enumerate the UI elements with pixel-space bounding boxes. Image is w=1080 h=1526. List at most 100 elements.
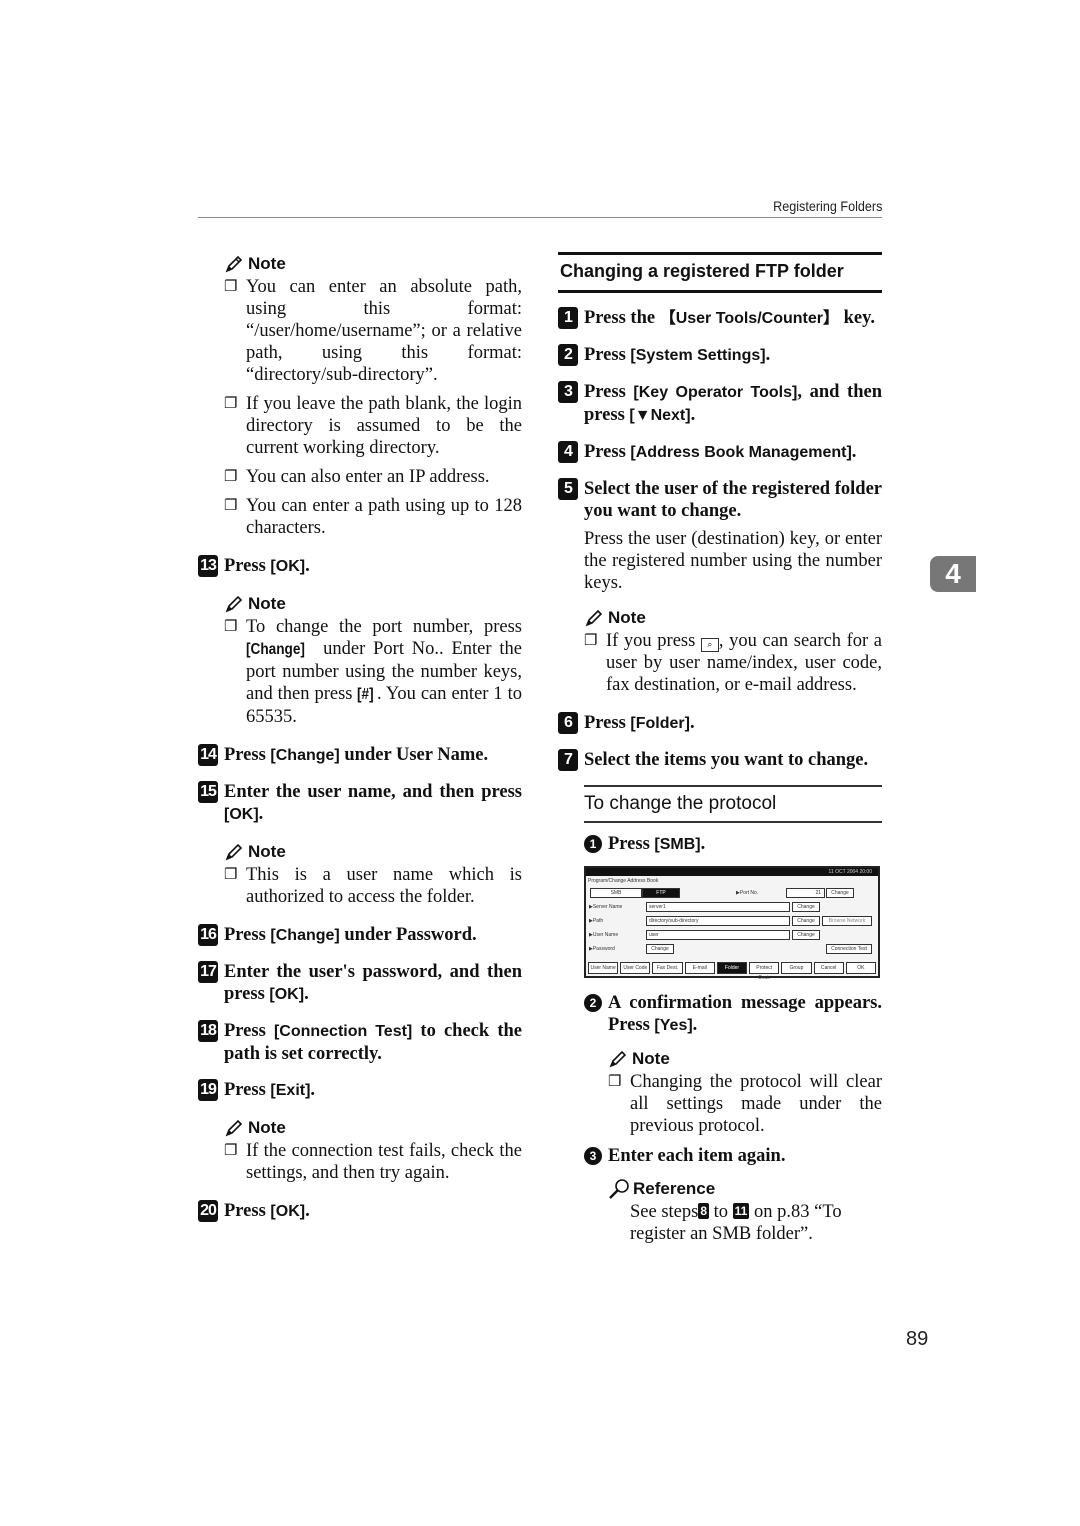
- step-number-badge: 6: [558, 712, 578, 734]
- search-destination-key-icon: ⌕: [700, 638, 719, 652]
- step-19: 19 Press [Exit].: [198, 1079, 522, 1102]
- step-7: 7 Select the items you want to change.: [558, 749, 882, 771]
- note-item: ❐ You can enter an absolute path, using t…: [224, 276, 522, 386]
- step-3: 3 Press [Key Operator Tools], and then pr…: [558, 381, 882, 427]
- tab-user-code[interactable]: User Code: [620, 962, 651, 974]
- step-number-badge: 14: [198, 744, 218, 766]
- step-number-badge: 7: [558, 749, 578, 771]
- reference-text-part: to: [709, 1202, 733, 1222]
- note-heading: Note: [584, 606, 882, 630]
- key-operator-tools-key-label: [Key Operator Tools]: [633, 384, 798, 401]
- step-text: Press: [224, 1201, 271, 1221]
- step-text: Press: [584, 442, 631, 462]
- step-16: 16 Press [Change] under Password.: [198, 924, 522, 947]
- tab-fax-dest[interactable]: Fax Dest.: [652, 962, 683, 974]
- ok-button[interactable]: OK: [845, 962, 876, 974]
- step-text: Enter the user name, and then press: [224, 782, 522, 802]
- note-text: You can enter an absolute path, using th…: [246, 277, 522, 385]
- path-change-button[interactable]: Change: [792, 916, 820, 926]
- step-text: .: [765, 345, 771, 365]
- note-item: ❐ Changing the protocol will clear all se…: [608, 1071, 882, 1137]
- user-name-label: ▶User Name: [589, 932, 619, 938]
- note-item: ❐ If you press ⌕, you can search for a us…: [584, 630, 882, 696]
- step-text: key.: [838, 308, 875, 328]
- server-name-field[interactable]: server1: [646, 902, 790, 912]
- magnifier-icon: [609, 1179, 629, 1199]
- sub-step-number-badge: 1: [584, 835, 602, 853]
- note-item: ❐ If the connection test fails, check the…: [224, 1140, 522, 1184]
- port-field[interactable]: 21: [786, 888, 825, 898]
- pencil-icon: [609, 1050, 627, 1068]
- step-text: .: [305, 1201, 310, 1221]
- ftp-protocol-button[interactable]: FTP: [642, 888, 680, 898]
- step-2: 2 Press [System Settings].: [558, 344, 882, 367]
- checkbox-bullet-icon: ❐: [224, 867, 238, 883]
- checkbox-bullet-icon: ❐: [224, 619, 238, 635]
- user-name-field[interactable]: user: [646, 930, 790, 940]
- step-text: Press: [224, 925, 271, 945]
- password-change-button[interactable]: Change: [646, 944, 674, 954]
- step-text: Select the items you want to change.: [584, 750, 869, 770]
- step-number-badge: 4: [558, 441, 578, 463]
- step-text: A confirmation message appears. Press: [608, 993, 882, 1035]
- note-text: If you press: [606, 631, 701, 651]
- change-key-label: [Change]: [270, 927, 340, 944]
- tab-group[interactable]: Group: [781, 962, 812, 974]
- smb-key-label: [SMB]: [654, 836, 701, 853]
- path-field[interactable]: directory/sub-directory: [646, 916, 790, 926]
- hash-key-label: [#]: [357, 686, 375, 703]
- ok-key-label: [OK]: [270, 1203, 306, 1220]
- subsection-title: To change the protocol: [584, 785, 882, 823]
- step-6: 6 Press [Folder].: [558, 712, 882, 735]
- reference-text-part: See steps: [630, 1202, 699, 1222]
- yes-key-label: [Yes]: [654, 1017, 693, 1034]
- screen-title: Program/Change Address Book: [588, 878, 659, 884]
- connection-test-button[interactable]: Connection Test: [826, 944, 872, 954]
- step-text: .: [692, 1015, 698, 1035]
- screen-clock: 11 OCT 2004 20:00: [586, 868, 878, 876]
- note-label: Note: [248, 842, 286, 861]
- step-text: .: [851, 442, 857, 462]
- pencil-icon: [225, 843, 243, 861]
- step-text: under User Name.: [339, 745, 489, 765]
- note-label: Note: [608, 608, 646, 627]
- step-number-badge: 16: [198, 924, 218, 946]
- checkbox-bullet-icon: ❐: [584, 633, 598, 649]
- step-1: 1 Press the 【User Tools/Counter】 key.: [558, 307, 882, 330]
- tab-folder[interactable]: Folder: [716, 962, 748, 974]
- port-change-button[interactable]: Change: [826, 888, 854, 898]
- cancel-button[interactable]: Cancel: [813, 962, 844, 974]
- note-item: ❐ You can enter a path using up to 128 ch…: [224, 495, 522, 539]
- header-rule: [198, 217, 882, 218]
- smb-protocol-button[interactable]: SMB: [590, 888, 642, 898]
- step-text: .: [690, 405, 696, 425]
- sub-step-1: 1 Press [SMB].: [584, 833, 882, 856]
- user-name-change-button[interactable]: Change: [792, 930, 820, 940]
- address-book-management-key-label: [Address Book Management]: [630, 444, 852, 461]
- step-15: 15 Enter the user name, and then press [O…: [198, 781, 522, 826]
- step-text: Press: [584, 382, 634, 402]
- step-text: Press: [608, 834, 655, 854]
- tab-protect-dest[interactable]: Protect Dest.: [749, 962, 780, 981]
- step-4: 4 Press [Address Book Management].: [558, 441, 882, 464]
- checkbox-bullet-icon: ❐: [224, 469, 238, 485]
- step-text: Press the: [584, 308, 660, 328]
- step-text: .: [700, 834, 706, 854]
- server-change-button[interactable]: Change: [792, 902, 820, 912]
- checkbox-bullet-icon: ❐: [224, 1143, 238, 1159]
- checkbox-bullet-icon: ❐: [224, 279, 238, 295]
- tab-user-name[interactable]: User Name: [588, 962, 619, 974]
- note-heading: Note: [224, 592, 522, 616]
- step-text: .: [304, 984, 309, 1004]
- browse-network-button[interactable]: Browse Network: [822, 916, 872, 926]
- note-heading: Note: [608, 1047, 882, 1071]
- system-settings-key-label: [System Settings]: [630, 347, 766, 364]
- step-text: .: [689, 713, 695, 733]
- reference-heading: Reference: [608, 1177, 882, 1201]
- reference-label: Reference: [633, 1179, 716, 1198]
- right-column: Changing a registered FTP folder 1 Press …: [558, 252, 882, 1257]
- port-label: ▶Port No.: [736, 890, 759, 896]
- tab-email[interactable]: E-mail: [684, 962, 715, 974]
- step-ref-badge: 11: [732, 1203, 750, 1219]
- note-label: Note: [632, 1049, 670, 1068]
